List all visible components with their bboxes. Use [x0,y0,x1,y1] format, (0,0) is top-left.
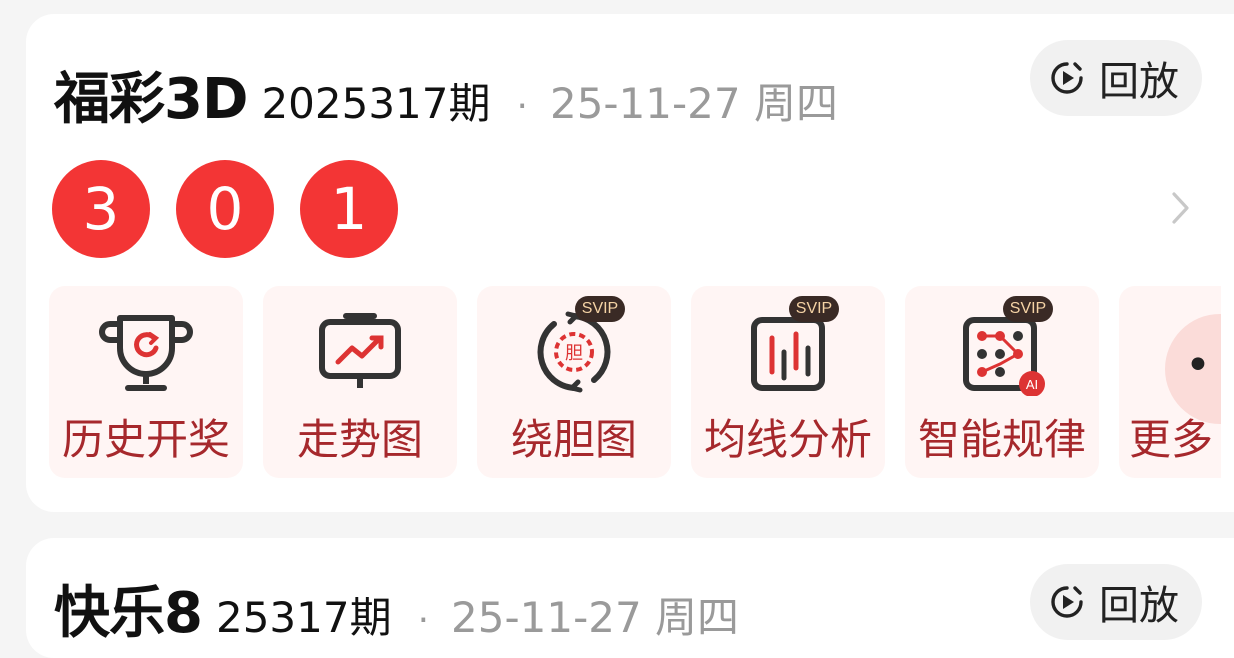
draw-date: 25-11-27 周四 [451,593,740,642]
tool-label: 绕胆图 [510,415,637,464]
separator-dot: · [516,86,528,127]
replay-button[interactable]: 回放 [1030,564,1202,640]
tool-history-draws[interactable]: 历史开奖 [49,286,243,478]
more-dots-glyph: •• [1185,340,1221,391]
svip-badge: SVIP [1003,296,1053,322]
tool-label: 均线分析 [703,415,872,464]
winning-numbers[interactable]: 3 0 1 [52,160,424,258]
tool-smart-pattern[interactable]: AI SVIP 智能规律 [905,286,1099,478]
replay-icon [1051,62,1083,94]
draw-header: 福彩3D 2025317期 · 25-11-27 周四 [54,54,838,132]
game-name: 福彩3D [54,67,248,132]
separator-dot: · [417,600,430,641]
replay-icon [1051,586,1083,618]
tool-label: 更多 [1129,415,1214,464]
chevron-right-icon[interactable] [1170,190,1192,226]
svip-badge: SVIP [575,296,625,322]
tool-label: 走势图 [296,415,423,464]
lottery-card-kl8: 快乐8 25317期 · 25-11-27 周四 回放 [26,538,1234,658]
tool-label: 智能规律 [917,415,1086,464]
trophy-refresh-icon [99,315,193,391]
tool-more[interactable]: •• 更多 [1119,286,1221,478]
draw-date: 25-11-27 周四 [549,79,838,128]
lottery-card-fc3d: 福彩3D 2025317期 · 25-11-27 周四 回放 3 0 1 历史开… [26,14,1234,512]
number-ball: 0 [176,160,274,258]
tool-ma-analysis[interactable]: SVIP 均线分析 [691,286,885,478]
svip-badge: SVIP [789,296,839,322]
issue-number: 2025317期 [261,79,491,128]
issue-number: 25317期 [215,593,392,642]
tool-label: 历史开奖 [61,415,230,464]
replay-label: 回放 [1099,583,1179,629]
trend-monitor-icon [319,313,401,388]
number-ball: 1 [300,160,398,258]
tool-grid: 历史开奖 走势图 胆 SVIP 绕胆图 SVIP 均线分析 AI SVIP 智能… [49,286,1221,480]
tool-trend-chart[interactable]: 走势图 [263,286,457,478]
replay-label: 回放 [1099,59,1179,105]
number-ball: 3 [52,160,150,258]
replay-button[interactable]: 回放 [1030,40,1202,116]
svg-text:胆: 胆 [565,343,583,364]
svg-text:AI: AI [1026,377,1038,392]
tool-dan-chart[interactable]: 胆 SVIP 绕胆图 [477,286,671,478]
